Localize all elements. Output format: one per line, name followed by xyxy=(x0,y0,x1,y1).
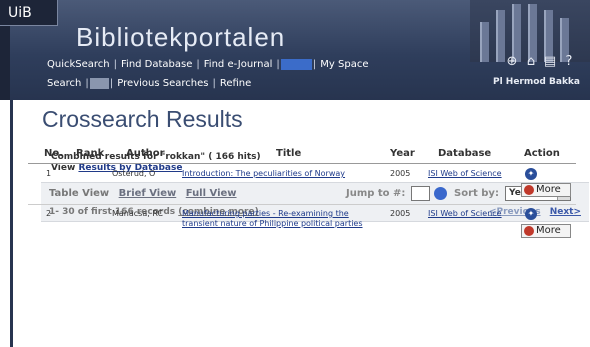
row-author: Manacsa, RC xyxy=(112,209,164,218)
results-table-header: No. Rank Author Title Year Database Acti… xyxy=(34,148,579,162)
more-stop-icon xyxy=(524,185,534,195)
help-globe-icon[interactable]: ⊕ xyxy=(505,55,519,69)
row-year: 2005 xyxy=(390,169,411,178)
row-year: 2005 xyxy=(390,209,411,218)
table-row: 1 Osterud, O Introduction: The peculiari… xyxy=(28,165,576,205)
library-building-image xyxy=(470,0,590,62)
header-rank: Rank xyxy=(76,148,105,159)
header-no: No. xyxy=(44,148,64,159)
row-number: 1 xyxy=(46,169,52,178)
nav-active-subtab[interactable] xyxy=(89,77,109,89)
nav-primary: QuickSearch | Find Database | Find e-Jou… xyxy=(44,57,372,71)
row-title-link[interactable]: Manufacturing parties - Re-examining the… xyxy=(182,209,378,229)
header-author: Author xyxy=(126,148,165,159)
row-title-link[interactable]: Introduction: The peculiarities of Norwa… xyxy=(182,169,378,179)
action-globe-icon[interactable]: ✦ xyxy=(525,208,537,220)
portal-title: Bibliotekportalen xyxy=(76,22,286,52)
nav-my-space[interactable]: My Space xyxy=(317,59,371,70)
header-title: Title xyxy=(276,148,302,159)
row-database-link[interactable]: ISI Web of Science xyxy=(428,209,502,218)
uib-logo[interactable]: UiB xyxy=(0,0,58,26)
nav-previous-searches[interactable]: Previous Searches xyxy=(114,78,211,89)
more-label: More xyxy=(536,184,561,195)
more-label: More xyxy=(536,225,561,236)
page-title: Crossearch Results xyxy=(42,106,243,132)
header-icons: ⊕ ⌂ ▤ ? xyxy=(505,55,576,69)
header-database: Database xyxy=(438,148,492,159)
question-icon[interactable]: ? xyxy=(562,55,576,69)
user-name: Pl Hermod Bakka xyxy=(492,77,580,87)
banner-stripe xyxy=(0,26,10,100)
nav-active-tab[interactable] xyxy=(280,58,312,70)
library-building-icon[interactable]: ⌂ xyxy=(524,55,538,69)
more-button[interactable]: More xyxy=(521,183,571,197)
nav-find-ejournal[interactable]: Find e-Journal xyxy=(201,59,276,70)
table-row: 2 Manacsa, RC Manufacturing parties - Re… xyxy=(28,204,576,244)
header-year: Year xyxy=(390,148,415,159)
document-icon[interactable]: ▤ xyxy=(543,55,557,69)
header-banner: UiB Bibliotekportalen QuickSearch | Find… xyxy=(0,0,590,100)
uib-logo-text: UiB xyxy=(8,5,32,21)
nav-find-database[interactable]: Find Database xyxy=(118,59,195,70)
more-stop-icon xyxy=(524,226,534,236)
row-number: 2 xyxy=(46,209,52,218)
row-database-link[interactable]: ISI Web of Science xyxy=(428,169,502,178)
header-action: Action xyxy=(524,148,560,159)
nav-refine[interactable]: Refine xyxy=(217,78,254,89)
more-button[interactable]: More xyxy=(521,224,571,238)
action-globe-icon[interactable]: ✦ xyxy=(525,168,537,180)
nav-secondary: Search | | Previous Searches | Refine xyxy=(44,76,254,90)
nav-quicksearch[interactable]: QuickSearch xyxy=(44,59,113,70)
table-header-rule xyxy=(28,163,576,164)
row-author: Osterud, O xyxy=(112,169,156,178)
nav-search[interactable]: Search xyxy=(44,78,84,89)
